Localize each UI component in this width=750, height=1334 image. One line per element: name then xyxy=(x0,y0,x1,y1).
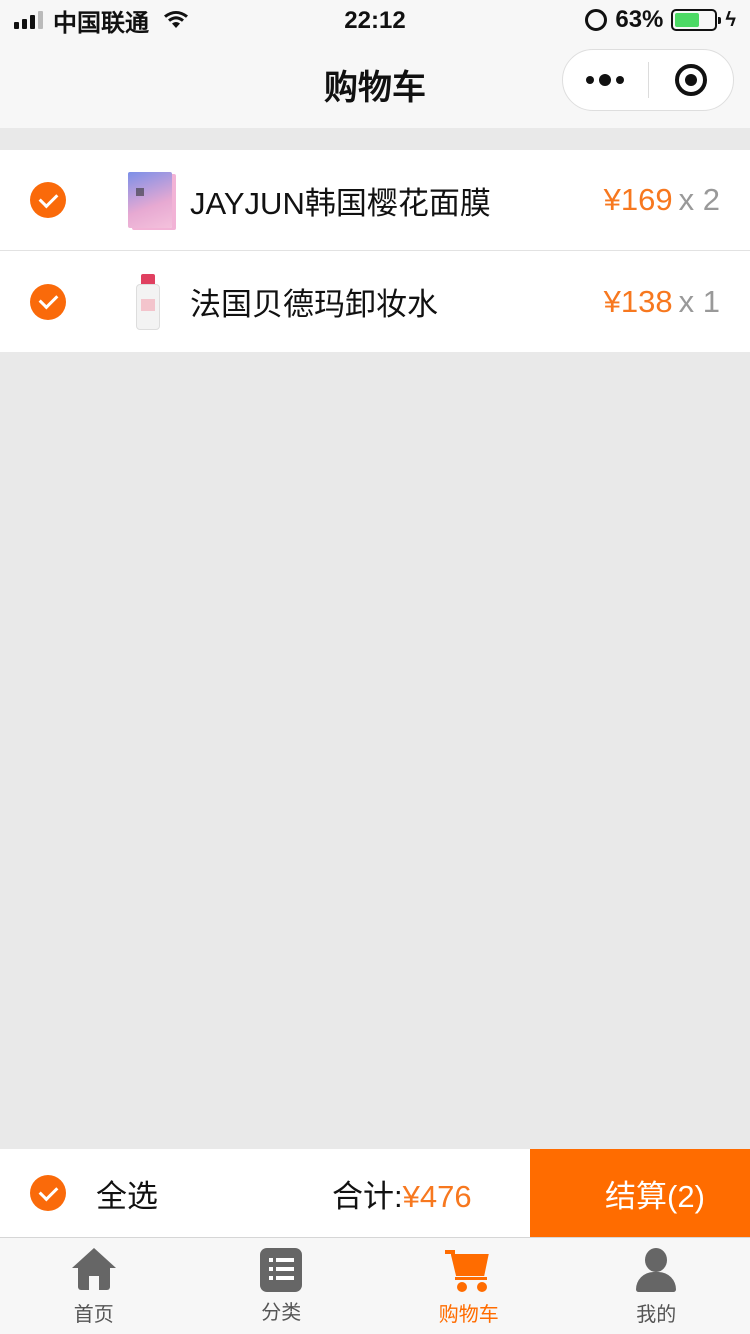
product-name: JAYJUN韩国樱花面膜 xyxy=(190,185,491,221)
tab-label: 首页 xyxy=(73,1304,114,1326)
tab-label: 我的 xyxy=(636,1304,677,1326)
status-bar: 中国联通 22:12 63% ϟ xyxy=(0,0,750,40)
wifi-icon xyxy=(164,11,188,28)
total-label: 合计: xyxy=(332,1178,403,1214)
battery-icon xyxy=(671,9,722,31)
cart-item[interactable]: JAYJUN韩国樱花面膜 ¥169 x 2 xyxy=(0,150,750,251)
product-quantity: x 1 xyxy=(678,283,720,319)
product-price-qty: ¥138 x 1 xyxy=(604,284,720,320)
tab-profile[interactable]: 我的 xyxy=(563,1238,750,1334)
tab-label: 分类 xyxy=(261,1302,302,1324)
cart-icon xyxy=(444,1246,493,1294)
nav-bar: 购物车 xyxy=(0,40,750,128)
product-thumbnail xyxy=(128,172,172,228)
tab-bar: 首页 分类 购物车 我的 xyxy=(0,1237,750,1334)
total-value: ¥476 xyxy=(402,1178,472,1214)
item-checkbox[interactable] xyxy=(30,283,66,320)
select-all-label[interactable]: 全选 xyxy=(96,1171,158,1216)
carrier-name: 中国联通 xyxy=(53,9,149,37)
signal-icon xyxy=(14,11,43,29)
tab-label: 购物车 xyxy=(438,1304,499,1326)
tab-category[interactable]: 分类 xyxy=(188,1238,376,1334)
item-checkbox[interactable] xyxy=(30,182,66,218)
miniprogram-capsule xyxy=(562,49,734,111)
close-miniprogram-button[interactable] xyxy=(649,64,734,96)
category-icon xyxy=(260,1248,303,1292)
select-all-checkbox[interactable] xyxy=(30,1175,66,1211)
cart-list: JAYJUN韩国樱花面膜 ¥169 x 2 法国贝德玛卸妆水 ¥138 x 1 xyxy=(0,150,750,352)
product-price: ¥169 xyxy=(603,182,673,217)
summary-bar: 全选 合计:¥476 结算(2) xyxy=(0,1149,750,1237)
user-icon xyxy=(632,1246,680,1294)
total-amount: 合计:¥476 xyxy=(332,1171,472,1216)
more-menu-button[interactable] xyxy=(563,74,648,86)
alarm-icon xyxy=(585,9,608,31)
charging-bolt-icon: ϟ xyxy=(725,8,736,31)
battery-percent: 63% xyxy=(615,6,664,33)
product-quantity: x 2 xyxy=(678,182,720,217)
tab-cart[interactable]: 购物车 xyxy=(375,1238,563,1334)
product-thumbnail xyxy=(136,273,160,330)
cart-item[interactable]: 法国贝德玛卸妆水 ¥138 x 1 xyxy=(0,251,750,352)
screen: 中国联通 22:12 63% ϟ 购物车 JAYJUN韩国樱花面膜 ¥169 x… xyxy=(0,0,750,1334)
target-icon xyxy=(674,64,707,96)
tab-home[interactable]: 首页 xyxy=(0,1238,188,1334)
product-price: ¥138 xyxy=(603,283,673,319)
checkout-button[interactable]: 结算(2) xyxy=(530,1149,750,1237)
home-icon xyxy=(70,1246,118,1294)
product-name: 法国贝德玛卸妆水 xyxy=(190,287,438,322)
product-price-qty: ¥169 x 2 xyxy=(604,182,720,218)
